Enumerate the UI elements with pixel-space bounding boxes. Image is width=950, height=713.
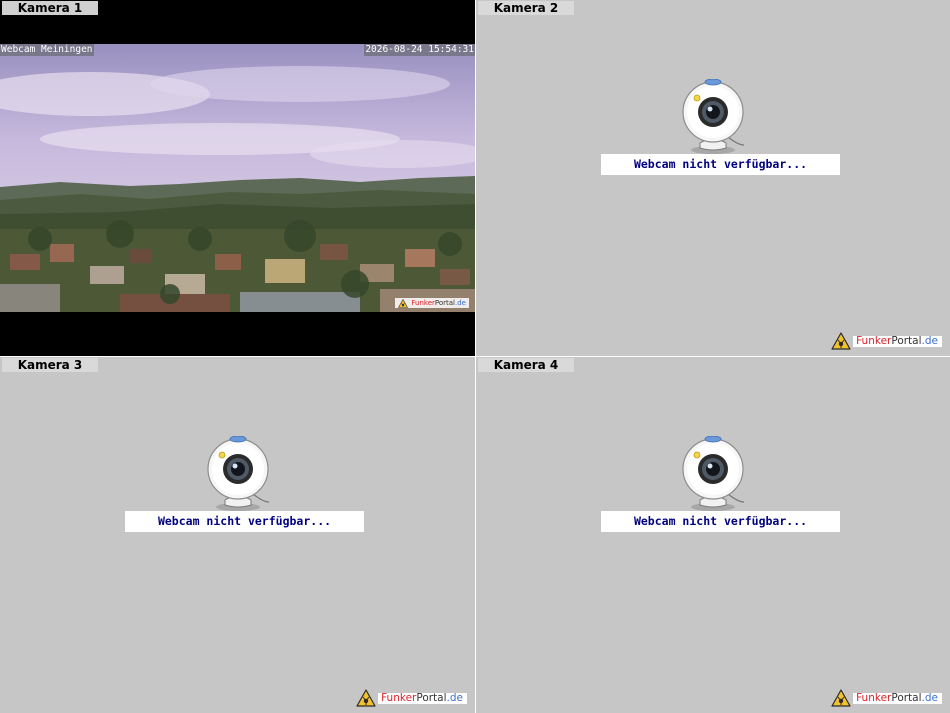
brand-text: FunkerPortal.de xyxy=(378,692,467,704)
camera-3-tile[interactable]: Kamera 3 Webcam nicht verfügbar... Funke… xyxy=(0,357,475,713)
landscape-image xyxy=(0,44,475,312)
camera-4-tile[interactable]: Kamera 4 Webcam nicht verfügbar... Funke… xyxy=(476,357,950,713)
warning-triangle-icon xyxy=(831,332,851,350)
camera-1-brand-watermark: FunkerPortal.de xyxy=(395,298,469,308)
camera-3-unavailable-message: Webcam nicht verfügbar... xyxy=(125,511,364,532)
webcam-icon xyxy=(682,79,745,155)
camera-3-label: Kamera 3 xyxy=(2,358,98,372)
camera-4-label: Kamera 4 xyxy=(478,358,574,372)
webcam-icon xyxy=(206,436,270,512)
camera-2-unavailable-message: Webcam nicht verfügbar... xyxy=(601,154,840,175)
camera-2-label: Kamera 2 xyxy=(478,1,574,15)
warning-triangle-icon xyxy=(398,298,409,308)
camera-grid: Kamera 1 Webcam Meiningen 2026-08-24 15:… xyxy=(0,0,950,713)
brand-logo[interactable]: FunkerPortal.de xyxy=(831,689,942,707)
camera-1-timestamp-overlay: 2026-08-24 15:54:31 xyxy=(364,44,475,56)
camera-4-unavailable-message: Webcam nicht verfügbar... xyxy=(601,511,840,532)
brand-text: FunkerPortal.de xyxy=(853,335,942,347)
camera-1-title-overlay: Webcam Meiningen xyxy=(0,44,94,56)
webcam-icon xyxy=(682,436,745,512)
warning-triangle-icon xyxy=(831,689,851,707)
brand-text: FunkerPortal.de xyxy=(853,692,942,704)
camera-2-tile[interactable]: Kamera 2 Webcam nicht verfügbar... Funke… xyxy=(476,0,950,356)
brand-logo[interactable]: FunkerPortal.de xyxy=(356,689,467,707)
warning-triangle-icon xyxy=(356,689,376,707)
camera-1-tile[interactable]: Kamera 1 Webcam Meiningen 2026-08-24 15:… xyxy=(0,0,475,356)
brand-text: FunkerPortal.de xyxy=(411,299,466,307)
camera-1-label: Kamera 1 xyxy=(2,1,98,15)
camera-1-image[interactable]: Webcam Meiningen 2026-08-24 15:54:31 Fun… xyxy=(0,44,475,312)
brand-logo[interactable]: FunkerPortal.de xyxy=(831,332,942,350)
